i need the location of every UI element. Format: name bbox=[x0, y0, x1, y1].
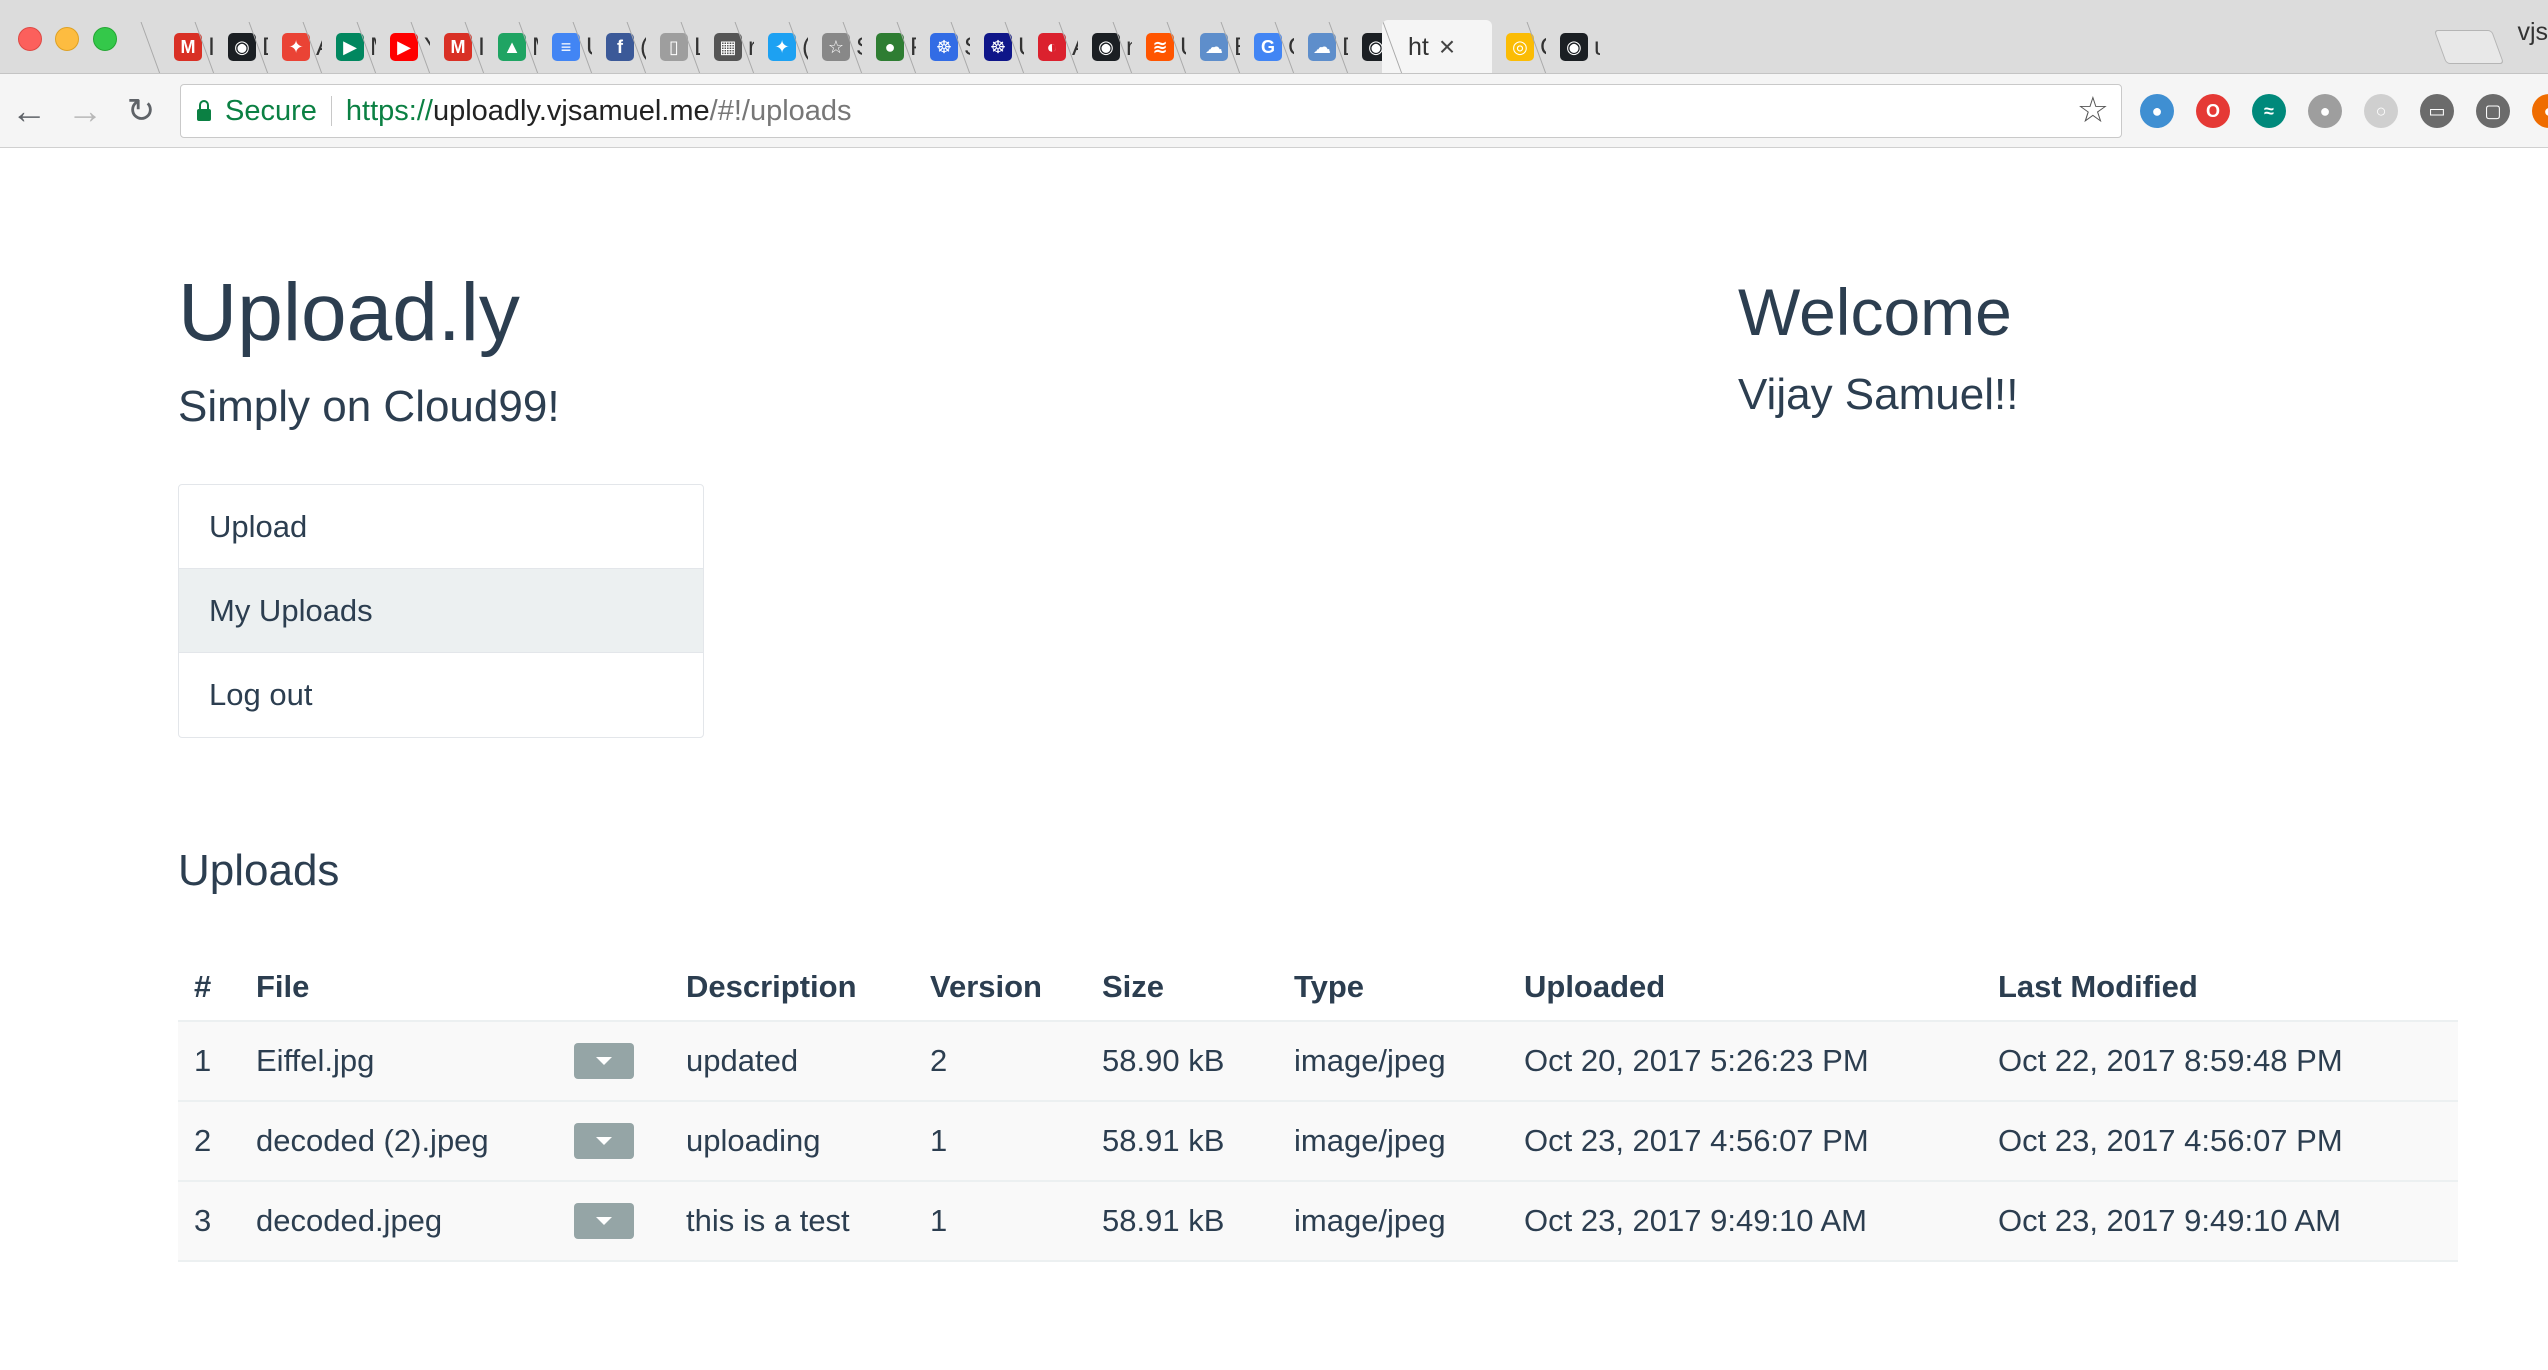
caret-down-icon bbox=[596, 1217, 612, 1225]
page-content: Upload.ly Simply on Cloud99! Welcome Vij… bbox=[0, 148, 2548, 1370]
menu-item-my-uploads[interactable]: My Uploads bbox=[179, 569, 703, 653]
window-close-button[interactable] bbox=[18, 27, 42, 51]
ring-extension-icon[interactable]: ○ bbox=[2364, 94, 2398, 128]
circle-extension-icon[interactable]: ● bbox=[2308, 94, 2342, 128]
square-extension-icon[interactable]: ▢ bbox=[2476, 94, 2510, 128]
row-number: 2 bbox=[194, 1123, 212, 1158]
table-header-row: # File Description Version Size Type Upl… bbox=[178, 954, 2458, 1022]
file-version: 1 bbox=[930, 1203, 948, 1238]
lock-icon bbox=[197, 100, 211, 121]
file-type: image/jpeg bbox=[1294, 1043, 1446, 1078]
dropdown-button[interactable] bbox=[574, 1043, 634, 1079]
table-row: 2 decoded (2).jpeg uploading 1 58.91 kB … bbox=[178, 1102, 2458, 1182]
tab-active[interactable]: ht × bbox=[1382, 20, 1492, 73]
file-actions-dropdown[interactable] bbox=[574, 1022, 634, 1100]
file-version: 2 bbox=[930, 1043, 948, 1078]
url-host: uploadly.vjsamuel.me bbox=[432, 94, 710, 127]
file-size: 58.91 kB bbox=[1102, 1123, 1225, 1158]
file-description: updated bbox=[686, 1043, 799, 1078]
tab-title: ht bbox=[1408, 32, 1429, 61]
file-uploaded-date: Oct 23, 2017 4:56:07 PM bbox=[1524, 1123, 1869, 1158]
uploads-heading: Uploads bbox=[178, 846, 340, 895]
file-name: Eiffel.jpg bbox=[256, 1043, 375, 1078]
file-modified-date: Oct 23, 2017 9:49:10 AM bbox=[1998, 1203, 2341, 1238]
file-description: uploading bbox=[686, 1123, 821, 1158]
file-modified-date: Oct 22, 2017 8:59:48 PM bbox=[1998, 1043, 2343, 1078]
side-menu: Upload My Uploads Log out bbox=[178, 484, 704, 738]
profile-button[interactable]: vjs bbox=[2517, 18, 2548, 47]
browser-tab[interactable]: ◉u bbox=[1526, 20, 1600, 73]
row-number: 3 bbox=[194, 1203, 212, 1238]
dropdown-button[interactable] bbox=[574, 1203, 634, 1239]
file-uploaded-date: Oct 20, 2017 5:26:23 PM bbox=[1524, 1043, 1869, 1078]
tab-title: u bbox=[1594, 33, 1600, 62]
new-tab-button[interactable] bbox=[2433, 30, 2505, 64]
caret-down-icon bbox=[596, 1137, 612, 1145]
file-type: image/jpeg bbox=[1294, 1123, 1446, 1158]
file-uploaded-date: Oct 23, 2017 9:49:10 AM bbox=[1524, 1203, 1867, 1238]
brand-subtitle: Simply on Cloud99! bbox=[178, 382, 560, 431]
welcome-title: Welcome bbox=[1738, 275, 2012, 349]
orange-extension-icon[interactable]: ● bbox=[2532, 94, 2548, 128]
cast-icon[interactable]: ▭ bbox=[2420, 94, 2454, 128]
column-header-last-modified: Last Modified bbox=[1998, 969, 2198, 1004]
file-size: 58.90 kB bbox=[1102, 1043, 1225, 1078]
window-minimize-button[interactable] bbox=[55, 27, 79, 51]
tab-close-icon[interactable]: × bbox=[1439, 31, 1455, 63]
file-name: decoded.jpeg bbox=[256, 1203, 443, 1238]
forward-arrow-icon[interactable]: → bbox=[62, 88, 108, 134]
url-scheme: https:// bbox=[345, 94, 433, 127]
wave-extension-icon[interactable]: ≈ bbox=[2252, 94, 2286, 128]
opera-extension-icon[interactable]: O bbox=[2196, 94, 2230, 128]
file-version: 1 bbox=[930, 1123, 948, 1158]
welcome-user-name: Vijay Samuel!! bbox=[1738, 370, 2019, 419]
column-header-number: # bbox=[194, 969, 212, 1004]
github-icon: ◉ bbox=[1560, 33, 1588, 61]
file-description: this is a test bbox=[686, 1203, 850, 1238]
column-header-version: Version bbox=[930, 969, 1042, 1004]
secure-label: Secure bbox=[225, 94, 317, 127]
address-divider bbox=[330, 96, 332, 126]
table-row: 1 Eiffel.jpg updated 2 58.90 kB image/jp… bbox=[178, 1022, 2458, 1102]
file-modified-date: Oct 23, 2017 4:56:07 PM bbox=[1998, 1123, 2343, 1158]
column-header-type: Type bbox=[1294, 969, 1365, 1004]
caret-down-icon bbox=[596, 1057, 612, 1065]
file-size: 58.91 kB bbox=[1102, 1203, 1225, 1238]
browser-toolbar: ← → ↻ Secure https://uploadly.vjsamuel.m… bbox=[0, 74, 2548, 148]
file-type: image/jpeg bbox=[1294, 1203, 1446, 1238]
globe-extension-icon[interactable]: ● bbox=[2140, 94, 2174, 128]
file-name: decoded (2).jpeg bbox=[256, 1123, 489, 1158]
browser-tab-strip: MIn◉D✦A▶M▶YMIn▲M≡Uf(▯L▦re✦(:☆S●P☸S☸U◐A◉n… bbox=[0, 0, 2548, 74]
column-header-description: Description bbox=[686, 969, 857, 1004]
column-header-file: File bbox=[256, 969, 310, 1004]
menu-item-log-out[interactable]: Log out bbox=[179, 653, 703, 737]
bookmark-star-icon[interactable]: ☆ bbox=[2077, 89, 2109, 131]
url-path: /#!/uploads bbox=[709, 94, 852, 127]
column-header-size: Size bbox=[1102, 969, 1165, 1004]
uploads-table: # File Description Version Size Type Upl… bbox=[178, 954, 2458, 1262]
address-bar[interactable]: Secure https://uploadly.vjsamuel.me/#!/u… bbox=[180, 84, 2122, 138]
table-row: 3 decoded.jpeg this is a test 1 58.91 kB… bbox=[178, 1182, 2458, 1262]
window-zoom-button[interactable] bbox=[93, 27, 117, 51]
file-actions-dropdown[interactable] bbox=[574, 1102, 634, 1180]
dropdown-button[interactable] bbox=[574, 1123, 634, 1159]
brand-title: Upload.ly bbox=[178, 267, 520, 358]
back-arrow-icon[interactable]: ← bbox=[6, 88, 52, 134]
menu-item-upload[interactable]: Upload bbox=[179, 485, 703, 569]
file-actions-dropdown[interactable] bbox=[574, 1182, 634, 1260]
reload-icon[interactable]: ↻ bbox=[118, 88, 164, 134]
column-header-uploaded: Uploaded bbox=[1524, 969, 1666, 1004]
row-number: 1 bbox=[194, 1043, 212, 1078]
